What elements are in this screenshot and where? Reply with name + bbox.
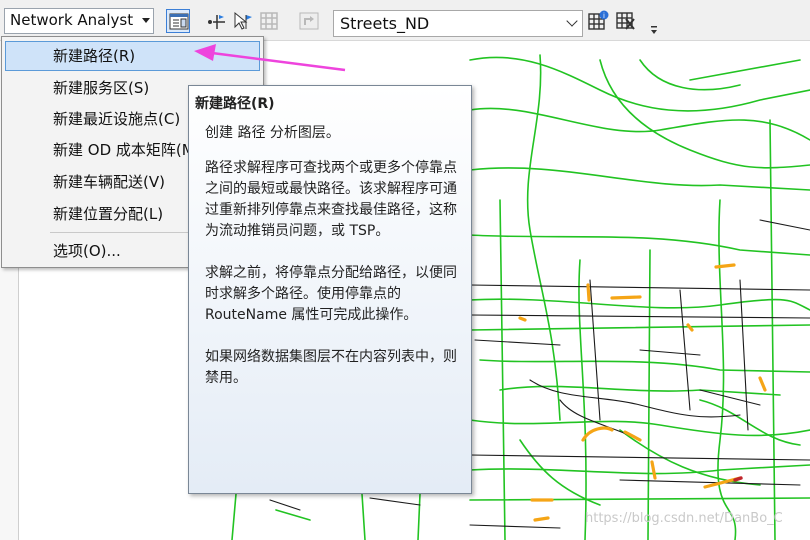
build-network-button[interactable]: i bbox=[586, 9, 610, 33]
tooltip-paragraph-routename: 求解之前，将停靠点分配给路径，以便同时求解多个路径。使用停靠点的 RouteNa… bbox=[205, 265, 457, 323]
watermark: https://blog.csdn.net/DanBo_C bbox=[585, 511, 783, 526]
toolbar-overflow-button[interactable] bbox=[649, 20, 659, 38]
directions-button[interactable] bbox=[297, 9, 321, 33]
create-location-tool[interactable] bbox=[205, 9, 229, 33]
network-analyst-menu-button[interactable]: Network Analyst bbox=[4, 8, 154, 34]
caret-down-icon bbox=[142, 18, 150, 23]
tooltip-description: 创建 路径 分析图层。 bbox=[205, 125, 340, 141]
select-move-location-tool[interactable] bbox=[231, 9, 255, 33]
chevron-down-icon bbox=[566, 15, 578, 27]
select-location-icon bbox=[234, 11, 252, 30]
network-analyst-toolbar: Network Analyst Streets_ND i bbox=[0, 0, 810, 41]
network-location-icon bbox=[208, 15, 225, 29]
tooltip-title: 新建路径(R) bbox=[195, 96, 275, 112]
network-dataset-value: Streets_ND bbox=[340, 14, 430, 33]
menu-item-new-route[interactable]: 新建路径(R) bbox=[5, 41, 260, 71]
network-dataset-select[interactable]: Streets_ND bbox=[333, 10, 583, 37]
directions-disabled-icon bbox=[299, 12, 319, 30]
solve-grid-button[interactable] bbox=[257, 9, 281, 33]
tooltip-paragraph-disabled: 如果网络数据集图层不在内容列表中，则禁用。 bbox=[205, 349, 457, 386]
window-icon bbox=[169, 13, 189, 30]
tooltip-paragraph-solver: 路径求解程序可查找两个或更多个停靠点之间的最短或最快路径。该求解程序可通过重新排… bbox=[205, 160, 457, 239]
network-analyst-label: Network Analyst bbox=[10, 11, 134, 29]
network-identify-button[interactable] bbox=[614, 9, 638, 33]
network-analyst-window-button[interactable] bbox=[166, 9, 190, 33]
network-identify-icon bbox=[616, 12, 635, 30]
build-network-icon: i bbox=[588, 10, 609, 30]
overflow-icon bbox=[651, 26, 657, 34]
menu-item-tooltip: 新建路径(R) 创建 路径 分析图层。 路径求解程序可查找两个或更多个停靠点之间… bbox=[188, 85, 472, 494]
svg-text:i: i bbox=[603, 12, 605, 20]
grid-disabled-icon bbox=[260, 12, 278, 30]
